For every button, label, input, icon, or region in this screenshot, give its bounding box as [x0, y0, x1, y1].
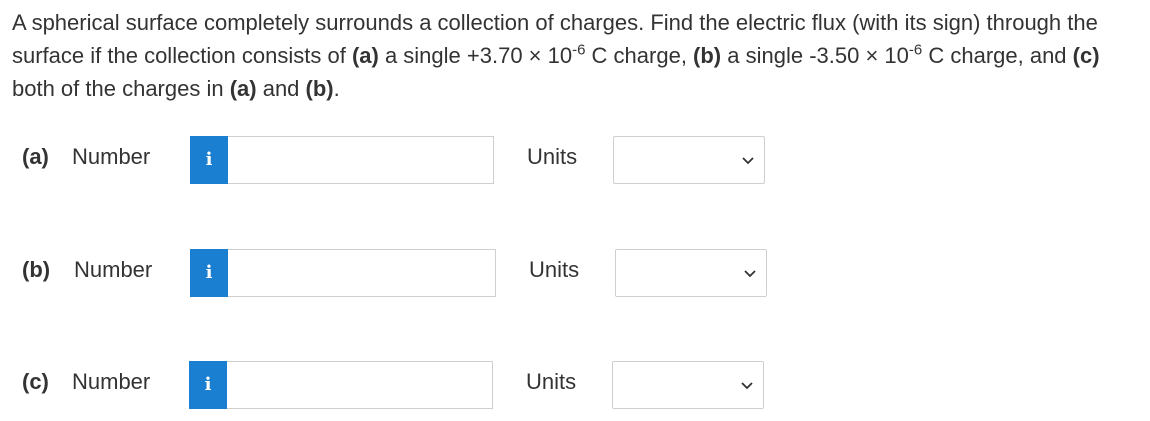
part-label: (c) — [22, 369, 49, 394]
chevron-down-icon — [742, 157, 754, 165]
units-label: Units — [527, 144, 578, 169]
question-text-segment: C charge, — [585, 43, 694, 68]
units-dropdown[interactable] — [612, 361, 764, 409]
units-dropdown[interactable] — [613, 136, 765, 184]
info-icon: i — [205, 149, 213, 170]
question-text-segment: and — [256, 76, 306, 101]
question-part-a-label: (a) — [351, 43, 379, 68]
info-button[interactable]: i — [190, 249, 228, 297]
question-text-segment: a single +3.70 × 10 — [378, 43, 573, 68]
number-input[interactable] — [228, 249, 496, 297]
chevron-down-icon — [741, 382, 753, 390]
question-text-segment: . — [333, 76, 340, 101]
exponent: -6 — [908, 41, 923, 59]
info-button[interactable]: i — [190, 136, 228, 184]
info-icon: i — [204, 374, 212, 395]
number-label: Number — [72, 369, 151, 394]
exponent: -6 — [572, 41, 586, 59]
info-button[interactable]: i — [189, 361, 227, 409]
info-icon: i — [205, 262, 213, 283]
number-input[interactable] — [228, 136, 494, 184]
question-part-b-label: (b) — [693, 43, 722, 68]
question-text-segment: both of the charges in — [12, 76, 230, 101]
answer-row-a: (a) Number i Units — [0, 134, 1150, 186]
answer-row-b: (b) Number i Units — [0, 247, 1150, 299]
units-dropdown[interactable] — [615, 249, 767, 297]
units-label: Units — [526, 369, 577, 394]
question-text-segment: C charge, and — [922, 43, 1073, 68]
part-label: (b) — [22, 257, 51, 282]
question-part-a-ref: (a) — [229, 76, 257, 101]
part-label: (a) — [22, 144, 49, 169]
units-label: Units — [529, 257, 580, 282]
chevron-down-icon — [744, 270, 756, 278]
number-label: Number — [72, 144, 151, 169]
number-input[interactable] — [227, 361, 493, 409]
question-part-c-label: (c) — [1072, 43, 1100, 68]
question-text: A spherical surface completely surrounds… — [12, 6, 1146, 105]
answer-row-c: (c) Number i Units — [0, 359, 1150, 411]
question-part-b-ref: (b) — [305, 76, 334, 101]
question-text-segment: a single -3.50 × 10 — [721, 43, 909, 68]
number-label: Number — [74, 257, 153, 282]
